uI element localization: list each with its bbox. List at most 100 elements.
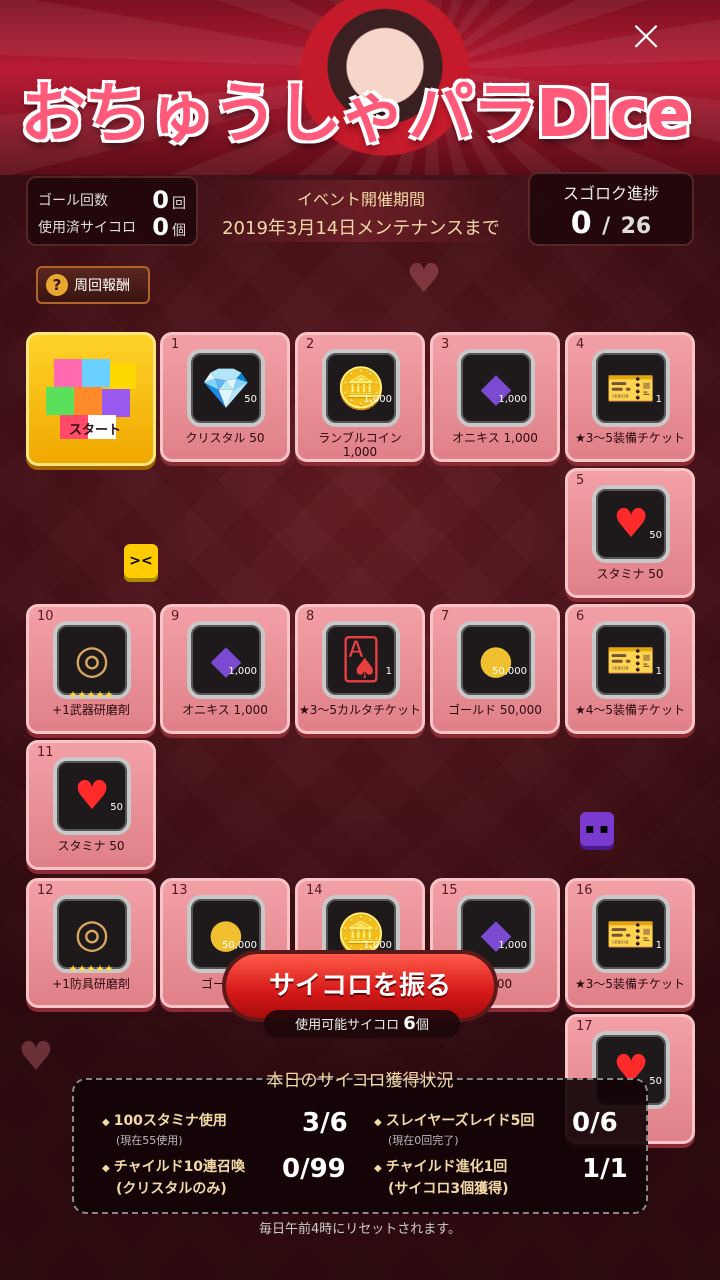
tile-number: 8 (306, 609, 315, 624)
board-tile: 16 🎫 1 ★3～5装備チケット (565, 878, 695, 1008)
dice-used-unit: 個 (172, 222, 186, 239)
rumble-coin-icon: 🪙 1,000 (322, 349, 400, 427)
equipment-ticket-icon: 🎫 1 (592, 895, 670, 973)
tile-label: スタミナ 50 (596, 567, 664, 581)
tile-number: 15 (441, 883, 458, 898)
onyx-icon: ◆ 1,000 (187, 621, 265, 699)
yellow-dice-token: >< (124, 544, 158, 578)
dice-used-value: 0 (152, 212, 169, 241)
board-progress-current: 0 (570, 206, 592, 241)
lap-reward-button[interactable]: ? 周回報酬 (36, 266, 150, 304)
daily-task-title: スレイヤーズレイド5回 (374, 1110, 535, 1130)
tile-quantity: 50,000 (222, 940, 257, 951)
goal-stats-panel: ゴール回数 0回 使用済サイコロ 0個 (26, 176, 198, 246)
tile-label: ★3～5カルタチケット (298, 703, 422, 717)
board-tile: 9 ◆ 1,000 オニキス 1,000 (160, 604, 290, 734)
tile-quantity: 1,000 (228, 666, 257, 677)
daily-task-sub: (現在0回完了) (388, 1134, 459, 1147)
goal-count-value: 0 (152, 185, 169, 214)
crystal-icon: 💎 50 (187, 349, 265, 427)
dice-used-label: 使用済サイコロ (38, 219, 136, 236)
heart-decoration-icon: ♥ (18, 1034, 54, 1080)
board-tile: 5 ♥ 50 スタミナ 50 (565, 468, 695, 598)
tile-label: +1防具研磨剤 (52, 977, 130, 991)
daily-task: 100スタミナ使用 (現在55使用) (102, 1110, 227, 1148)
board-tile: 10 ◎ ★★★★★ +1武器研磨剤 (26, 604, 156, 734)
goal-count-unit: 回 (172, 195, 186, 212)
board-progress-total: 26 (620, 214, 652, 239)
daily-task-sub: (現在55使用) (116, 1134, 183, 1147)
event-title-left: おちゅうしゃ (20, 75, 406, 152)
heart-decoration-icon: ♥ (406, 256, 442, 302)
tile-number: 16 (576, 883, 593, 898)
tile-number: 17 (576, 1019, 593, 1034)
event-title: おちゅうしゃ パラDice (20, 60, 691, 156)
daily-task: チャイルド10連召喚 (クリスタルのみ) (102, 1156, 245, 1198)
tile-number: 5 (576, 473, 585, 488)
event-period-date: 2019年3月14日メンテナンスまで (222, 218, 500, 239)
tile-number: 6 (576, 609, 585, 624)
daily-task: チャイルド進化1回 (サイコロ3個獲得) (374, 1156, 509, 1198)
tile-quantity: 1 (385, 666, 392, 677)
board-tile: 6 🎫 1 ★4～5装備チケット (565, 604, 695, 734)
daily-task-value: 0/99 (282, 1154, 346, 1184)
event-period-heading: イベント開催期間 (296, 190, 425, 209)
question-icon: ? (46, 274, 68, 296)
board-tile: 4 🎫 1 ★3～5装備チケット (565, 332, 695, 462)
start-label: スタート (69, 423, 122, 438)
board-tile: 7 ● 50,000 ゴールド 50,000 (430, 604, 560, 734)
daily-task-sub: (クリスタルのみ) (116, 1181, 227, 1197)
tile-number: 1 (171, 337, 180, 352)
tile-number: 10 (37, 609, 54, 624)
tile-number: 4 (576, 337, 585, 352)
tile-label: クリスタル 50 (185, 431, 265, 445)
start-tile: スタート (26, 332, 156, 466)
purple-dice-token: ▪ ▪ (580, 812, 614, 846)
onyx-icon: ◆ 1,000 (457, 349, 535, 427)
daily-task-sub: (サイコロ3個獲得) (388, 1181, 509, 1197)
close-icon[interactable]: × (626, 14, 666, 58)
available-dice-value: 6 (403, 1013, 416, 1034)
daily-task-value: 0/6 (572, 1108, 618, 1138)
tile-number: 7 (441, 609, 450, 624)
daily-task: スレイヤーズレイド5回 (現在0回完了) (374, 1110, 535, 1148)
tile-number: 13 (171, 883, 188, 898)
daily-task-title: 100スタミナ使用 (102, 1110, 227, 1130)
tile-quantity: 50 (649, 1076, 662, 1087)
daily-task-value: 1/1 (582, 1154, 628, 1184)
gold-icon: ● 50,000 (457, 621, 535, 699)
tile-label: +1武器研磨剤 (52, 703, 130, 717)
event-period: イベント開催期間 2019年3月14日メンテナンスまで (206, 180, 516, 242)
tile-label: オニキス 1,000 (452, 431, 538, 445)
board-progress-panel: スゴロク進捗 0 / 26 (528, 172, 694, 246)
tile-quantity: 1 (655, 666, 662, 677)
tile-label: スタミナ 50 (57, 839, 125, 853)
board-tile: 11 ♥ 50 スタミナ 50 (26, 740, 156, 870)
tile-number: 14 (306, 883, 323, 898)
board-tile: 1 💎 50 クリスタル 50 (160, 332, 290, 462)
tile-label: ★4～5装備チケット (574, 703, 686, 717)
stamina-heart-icon: ♥ 50 (53, 757, 131, 835)
stamina-heart-icon: ♥ 50 (592, 485, 670, 563)
board-tile: 12 ◎ ★★★★★ +1防具研磨剤 (26, 878, 156, 1008)
board-tile: 8 🂡 1 ★3～5カルタチケット (295, 604, 425, 734)
tile-number: 9 (171, 609, 180, 624)
goal-count-label: ゴール回数 (38, 192, 108, 209)
tile-quantity: 1 (655, 394, 662, 405)
tile-quantity: 1,000 (498, 940, 527, 951)
tile-quantity: 1,000 (363, 394, 392, 405)
event-banner: おちゅうしゃ パラDice (0, 0, 720, 175)
tile-label: ゴールド 50,000 (448, 703, 542, 717)
tile-stars: ★★★★★ (68, 964, 114, 975)
tile-label: オニキス 1,000 (182, 703, 268, 717)
tile-number: 3 (441, 337, 450, 352)
tile-quantity: 50,000 (492, 666, 527, 677)
tile-quantity: 50 (110, 802, 123, 813)
lap-reward-label: 周回報酬 (74, 278, 130, 294)
event-title-right: パラDice (408, 75, 691, 152)
board-tile: 3 ◆ 1,000 オニキス 1,000 (430, 332, 560, 462)
armor-polish-icon: ◎ (53, 895, 131, 973)
tile-quantity: 1 (655, 940, 662, 951)
tile-number: 2 (306, 337, 315, 352)
board-progress-separator: / (602, 214, 611, 239)
